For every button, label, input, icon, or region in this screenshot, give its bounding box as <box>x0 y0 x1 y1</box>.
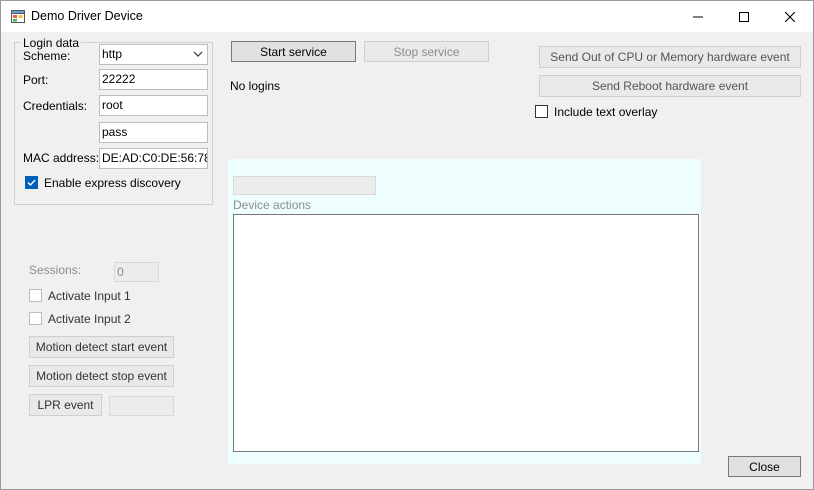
password-field[interactable]: pass <box>99 122 208 143</box>
motion-detect-stop-button[interactable]: Motion detect stop event <box>29 365 174 387</box>
mac-address-field[interactable]: DE:AD:C0:DE:56:78 <box>99 148 208 169</box>
login-status-text: No logins <box>230 79 281 93</box>
scheme-value: http <box>102 47 123 61</box>
scheme-select[interactable]: http <box>99 44 208 65</box>
device-actions-list[interactable] <box>233 214 699 452</box>
scheme-label: Scheme: <box>23 49 71 63</box>
title-bar: Demo Driver Device <box>1 1 813 32</box>
start-service-button[interactable]: Start service <box>231 41 356 62</box>
device-top-field[interactable] <box>233 176 376 195</box>
send-reboot-event-button[interactable]: Send Reboot hardware event <box>539 75 801 97</box>
app-icon <box>11 10 25 23</box>
window-title: Demo Driver Device <box>31 9 143 23</box>
port-field[interactable]: 22222 <box>99 69 208 90</box>
include-text-overlay-label: Include text overlay <box>554 105 658 119</box>
sessions-label: Sessions: <box>29 263 82 277</box>
maximize-icon <box>739 11 749 22</box>
mac-address-label: MAC address: <box>23 151 100 165</box>
activate-input-2-checkbox[interactable] <box>29 312 42 325</box>
sessions-field[interactable]: 0 <box>114 262 159 282</box>
login-data-legend: Login data <box>21 36 82 50</box>
maximize-button[interactable] <box>721 1 767 32</box>
lpr-field[interactable] <box>109 396 174 416</box>
main-window: Demo Driver Device Login data Scheme: ht… <box>0 0 814 490</box>
activate-input-1-label: Activate Input 1 <box>48 289 131 303</box>
credentials-label: Credentials: <box>23 99 88 113</box>
chevron-down-icon <box>193 51 203 57</box>
motion-detect-start-button[interactable]: Motion detect start event <box>29 336 174 358</box>
lpr-event-button[interactable]: LPR event <box>29 394 102 416</box>
stop-service-button[interactable]: Stop service <box>364 41 489 62</box>
minimize-icon <box>693 16 703 17</box>
express-discovery-checkbox[interactable] <box>25 176 38 189</box>
send-cpu-memory-event-button[interactable]: Send Out of CPU or Memory hardware event <box>539 46 801 68</box>
close-icon <box>785 11 795 22</box>
express-discovery-label: Enable express discovery <box>44 176 181 190</box>
close-button[interactable]: Close <box>728 456 801 477</box>
minimize-button[interactable] <box>675 1 721 32</box>
checkmark-icon <box>27 179 36 187</box>
port-label: Port: <box>23 73 49 87</box>
username-field[interactable]: root <box>99 95 208 116</box>
device-actions-label: Device actions <box>233 198 312 212</box>
activate-input-2-label: Activate Input 2 <box>48 312 131 326</box>
close-window-button[interactable] <box>767 1 813 32</box>
activate-input-1-checkbox[interactable] <box>29 289 42 302</box>
include-text-overlay-checkbox[interactable] <box>535 105 548 118</box>
